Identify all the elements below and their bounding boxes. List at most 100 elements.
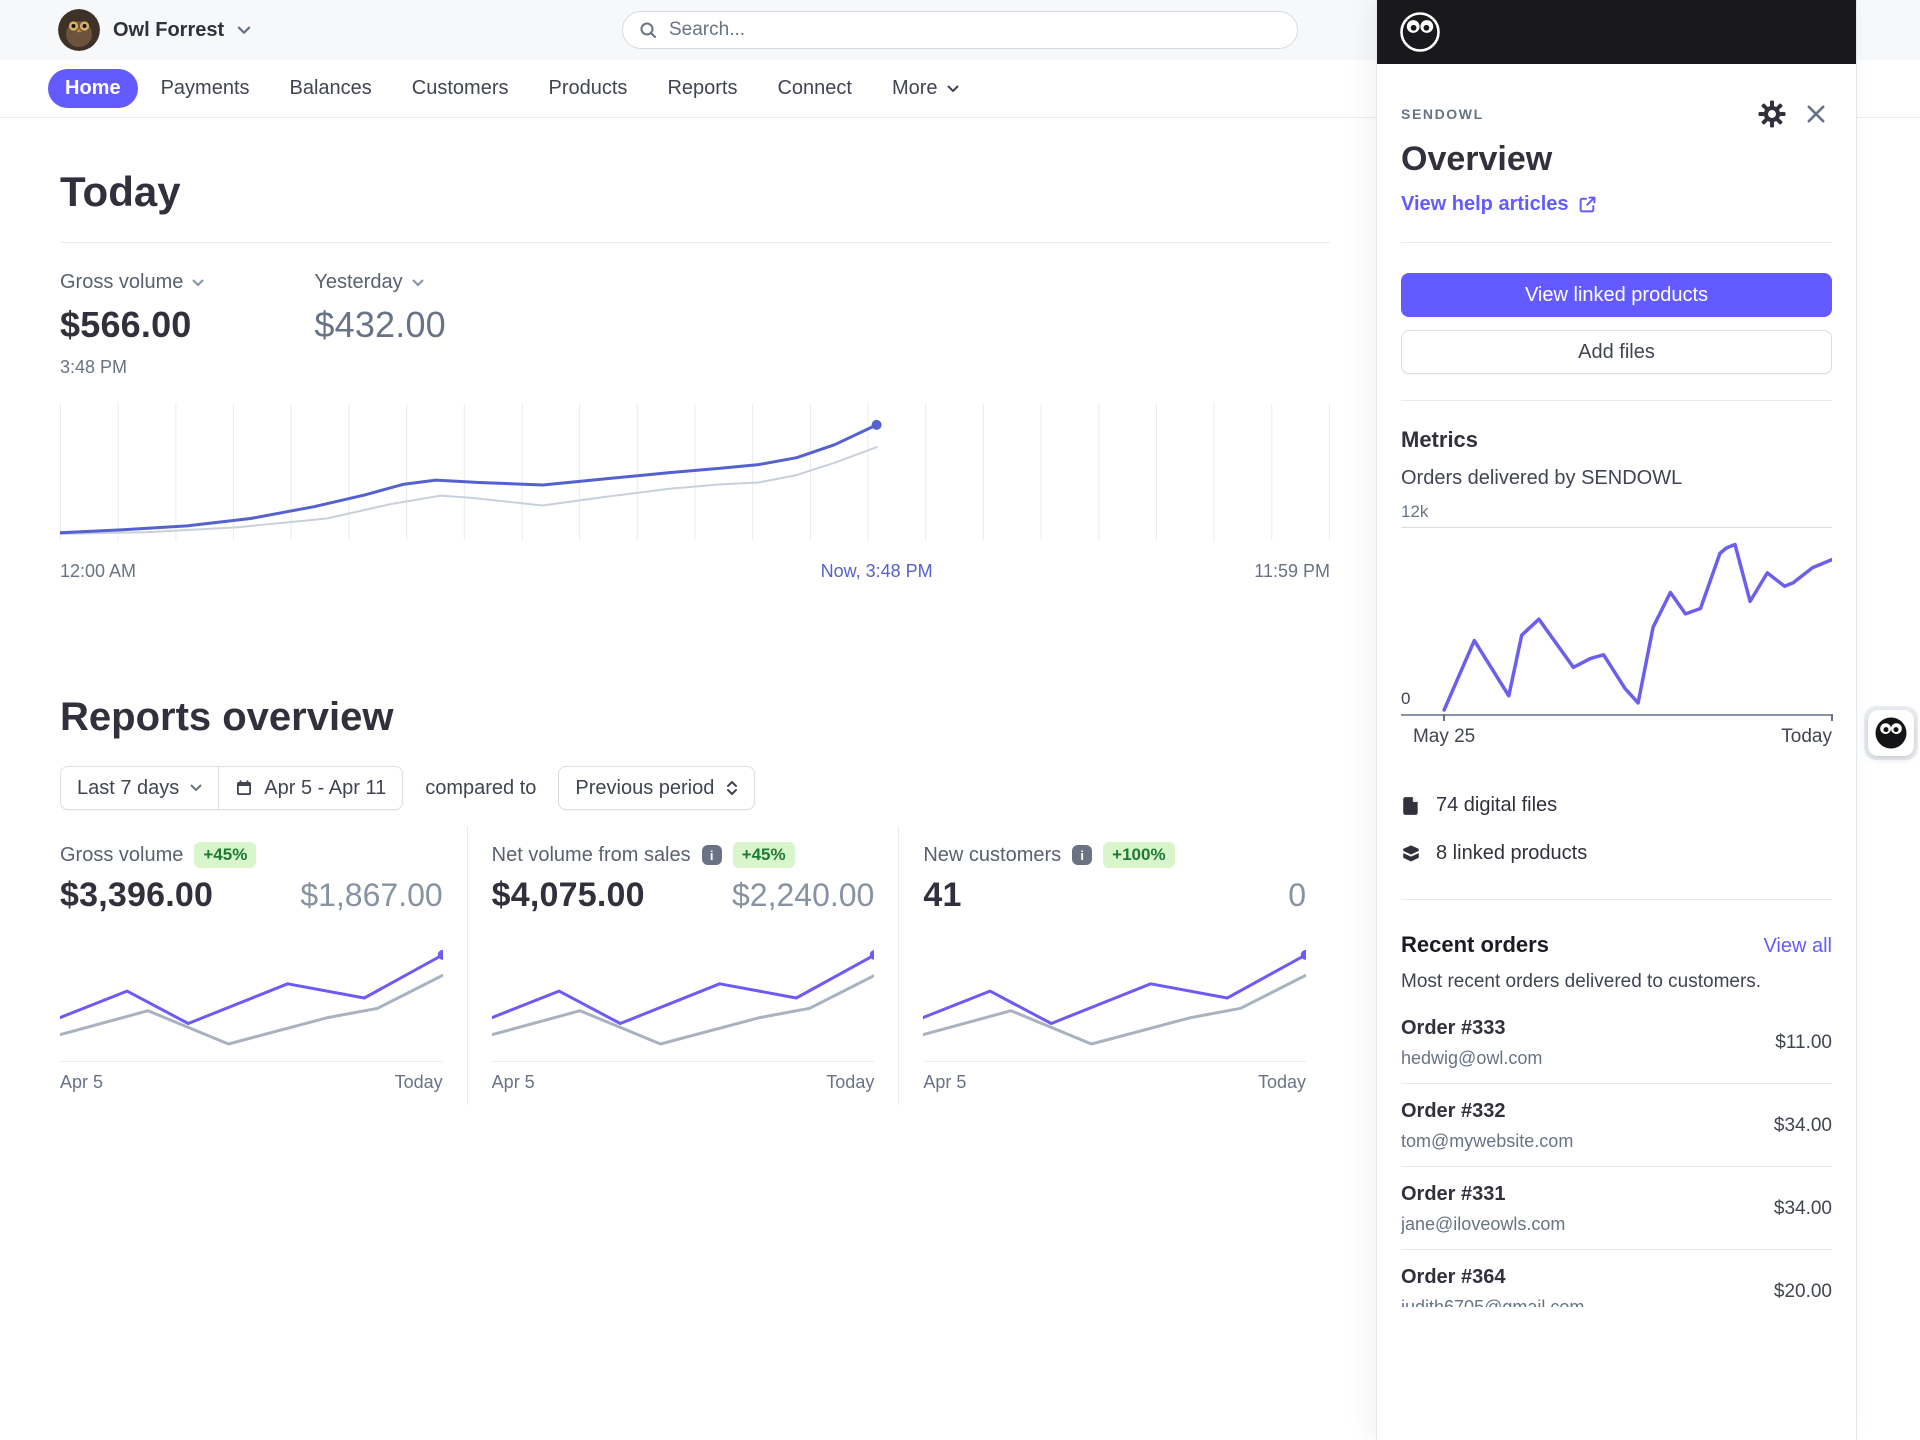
gear-icon: [1758, 100, 1786, 128]
settings-button[interactable]: [1754, 96, 1790, 132]
app-name: SENDOWL: [1401, 106, 1484, 122]
recent-orders-title: Recent orders: [1401, 932, 1549, 957]
report-card-gross-volume[interactable]: Gross volume +45% $3,396.00 $1,867.00 Apr 5 T…: [60, 826, 468, 1105]
sendowl-owl-icon: [1875, 717, 1907, 749]
product-icon: [1401, 844, 1421, 864]
product-box-icon: [1403, 844, 1419, 862]
account-menu[interactable]: Owl Forrest: [58, 9, 251, 51]
order-id: Order #364: [1401, 1266, 1506, 1288]
info-icon: i: [1072, 845, 1093, 865]
main-content: Today Gross volume $566.00 3:48 PM Yeste…: [60, 118, 1330, 1105]
close-panel-button[interactable]: [1800, 98, 1832, 130]
report-card-new-customers[interactable]: New customers i +100% 41 0 Apr 5 Today: [899, 826, 1330, 1105]
order-row[interactable]: Order #332 tom@mywebsite.com $34.00: [1401, 1084, 1832, 1167]
view-all-link[interactable]: View all: [1763, 935, 1832, 958]
orders-delivered-chart: 0: [1401, 528, 1833, 721]
today-metrics: Gross volume $566.00 3:48 PM Yesterday $…: [60, 271, 1330, 378]
nav-item-payments[interactable]: Payments: [144, 69, 267, 108]
chevron-down-icon: [190, 784, 202, 791]
reports-overview-title: Reports overview: [60, 695, 394, 739]
nav-item-products[interactable]: Products: [532, 69, 645, 108]
view-linked-products-button[interactable]: View linked products: [1401, 273, 1832, 317]
nav-item-label: Customers: [411, 77, 509, 99]
nav-item-more[interactable]: More: [875, 69, 976, 108]
nav-item-connect[interactable]: Connect: [760, 69, 869, 108]
info-icon: i: [701, 845, 722, 865]
stat-text: 8 linked products: [1436, 842, 1588, 864]
today-title: Today: [60, 168, 181, 215]
card-values: $4,075.00 $2,240.00: [492, 876, 875, 915]
card-value: 41: [923, 876, 962, 914]
divider: [60, 242, 1330, 243]
nav-item-home[interactable]: Home: [48, 69, 138, 108]
recent-orders-subtitle: Most recent orders delivered to customer…: [1401, 971, 1762, 992]
order-row[interactable]: Order #331 jane@iloveowls.com $34.00: [1401, 1167, 1832, 1250]
search-input[interactable]: [667, 18, 1281, 42]
chevron-down-icon: [237, 26, 251, 34]
gross-volume-metric: Gross volume $566.00 3:48 PM: [60, 271, 204, 378]
axis-label-start: Apr 5: [60, 1072, 104, 1092]
nav-item-label: Balances: [289, 77, 372, 99]
help-articles-link[interactable]: View help articles: [1401, 193, 1597, 216]
panel-app-row: SENDOWL: [1401, 96, 1832, 132]
order-info: Order #333 hedwig@owl.com: [1401, 1017, 1542, 1069]
card-axis: Apr 5 Today: [923, 1061, 1307, 1105]
avatar: [58, 9, 100, 51]
yesterday-metric: Yesterday $432.00: [314, 271, 446, 378]
card-sparkline-chart: [923, 949, 1307, 1053]
nav-item-label: Payments: [160, 77, 250, 99]
linked-products-stat: 8 linked products: [1401, 842, 1832, 865]
date-range-button[interactable]: Apr 5 - Apr 11: [218, 767, 403, 809]
sendowl-dock-button[interactable]: [1868, 710, 1914, 756]
orders-chart-title: Orders delivered by SENDOWL: [1401, 467, 1683, 489]
range-preset-button[interactable]: Last 7 days: [61, 767, 219, 809]
gross-volume-value: $566.00: [60, 304, 192, 345]
card-compare-value: $2,240.00: [731, 877, 875, 913]
nav-item-reports[interactable]: Reports: [650, 69, 754, 108]
order-id: Order #332: [1401, 1100, 1506, 1122]
divider: [1401, 400, 1832, 401]
nav-item-balances[interactable]: Balances: [273, 69, 389, 108]
nav-item-customers[interactable]: Customers: [395, 69, 526, 108]
change-badge: +45%: [194, 842, 257, 868]
order-row[interactable]: Order #333 hedwig@owl.com $11.00: [1401, 1001, 1832, 1084]
axis-label-end: Today: [826, 1072, 875, 1092]
card-compare-value: 0: [1288, 877, 1307, 913]
card-axis: Apr 5 Today: [60, 1061, 443, 1105]
add-files-button[interactable]: Add files: [1401, 330, 1832, 374]
card-compare-value: $1,867.00: [300, 877, 443, 913]
order-info: Order #331 jane@iloveowls.com: [1401, 1183, 1565, 1235]
chevron-down-icon: [192, 279, 204, 286]
nav-item-label: More: [891, 77, 938, 99]
nav-item-label: Reports: [667, 77, 738, 99]
card-header: Gross volume +45%: [60, 842, 443, 868]
change-badge: +45%: [732, 842, 795, 868]
card-axis: Apr 5 Today: [491, 1061, 875, 1105]
compare-period-select[interactable]: Previous period: [558, 766, 756, 810]
external-link-icon: [1579, 196, 1595, 213]
card-header: New customers i +100%: [923, 842, 1306, 868]
search-bar[interactable]: [622, 11, 1298, 49]
order-amount: $34.00: [1773, 1198, 1832, 1219]
report-filters: Last 7 days Apr 5 - Apr 11 compared to P…: [60, 766, 1330, 810]
panel-title: Overview: [1401, 140, 1553, 178]
axis-label-start: 12:00 AM: [60, 561, 137, 581]
nav-item-label: Products: [548, 77, 628, 99]
metrics-section-title: Metrics: [1401, 427, 1479, 452]
nav-item-label: Connect: [777, 77, 852, 99]
card-label: Net volume from sales: [491, 843, 691, 866]
orders-list: Order #333 hedwig@owl.com $11.00 Order #332…: [1401, 1001, 1832, 1307]
order-amount: $11.00: [1775, 1032, 1832, 1053]
axis-label-start: Apr 5: [923, 1072, 967, 1092]
card-label: Gross volume: [60, 843, 184, 866]
digital-files-stat: 74 digital files: [1401, 794, 1832, 817]
order-row[interactable]: Order #364 judith6705@gmail.com $20.00: [1401, 1250, 1832, 1307]
panel-body: SENDOWL Overview View help articles View…: [1377, 96, 1856, 1307]
report-card-net-volume-from-sales[interactable]: Net volume from sales i +45% $4,075.00 $2,24…: [468, 826, 900, 1105]
axis-tick: [1443, 714, 1446, 721]
nav-item-label: Home: [65, 77, 121, 99]
yesterday-selector[interactable]: Yesterday: [314, 271, 446, 294]
recent-orders-header: Recent orders View all: [1401, 932, 1832, 958]
gross-volume-selector[interactable]: Gross volume: [60, 271, 204, 294]
sendowl-panel: SENDOWL Overview View help articles View…: [1376, 0, 1857, 1440]
